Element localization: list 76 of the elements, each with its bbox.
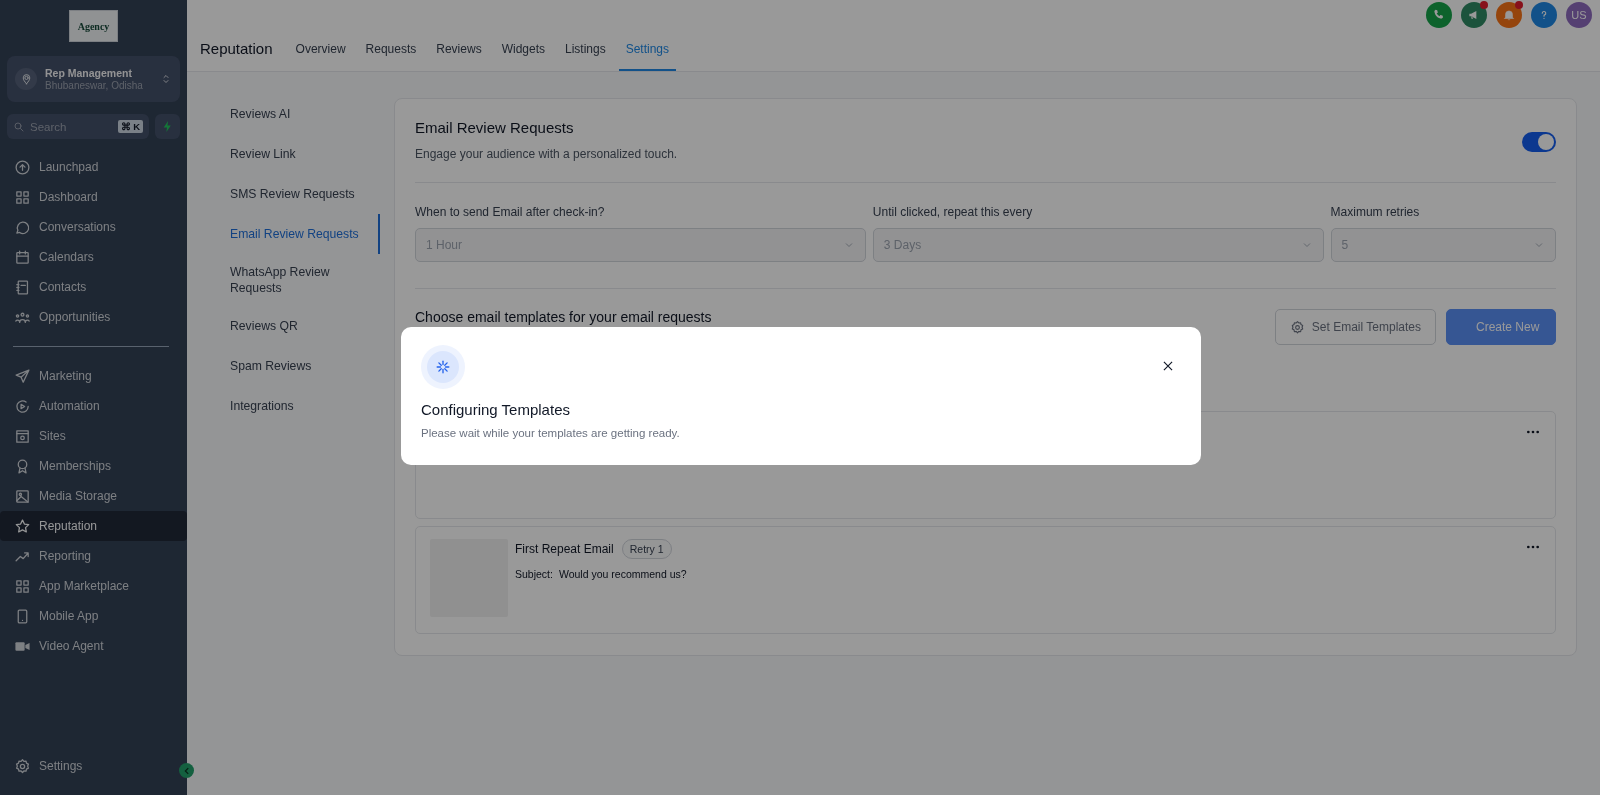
collapse-handle[interactable]: [179, 763, 194, 778]
arrow-circle-icon: [14, 158, 31, 176]
megaphone-button[interactable]: [1461, 2, 1487, 28]
field-label: Until clicked, repeat this every: [872, 205, 1034, 219]
sidebar-item[interactable]: Opportunities: [0, 302, 187, 332]
field-label: Maximum retries: [1330, 205, 1421, 219]
send-icon: [14, 367, 31, 385]
sidebar-item[interactable]: Marketing: [0, 361, 187, 391]
retry-tag: Retry 1: [621, 539, 672, 559]
image-icon: [14, 487, 31, 505]
user-avatar[interactable]: US: [1566, 2, 1592, 28]
sidebar-item[interactable]: Sites: [0, 421, 187, 451]
quick-action-button[interactable]: [155, 114, 180, 139]
sidebar-item[interactable]: Video Agent: [0, 631, 187, 661]
section-title: Choose email templates for your email requests: [415, 309, 713, 325]
settings-nav-item[interactable]: WhatsApp Review Requests: [230, 254, 380, 306]
create-button[interactable]: Create New: [1446, 309, 1556, 345]
modal-title: Configuring Templates: [421, 401, 571, 418]
sidebar-item[interactable]: Automation: [0, 391, 187, 421]
tab[interactable]: Listings: [558, 42, 613, 71]
template-name: First Repeat Email: [515, 542, 614, 556]
settings-nav-item[interactable]: Email Review Requests: [230, 214, 380, 254]
calendar-icon: [14, 248, 31, 266]
sidebar-item[interactable]: Memberships: [0, 451, 187, 481]
tab[interactable]: Requests: [358, 42, 424, 71]
sidebar-item[interactable]: Mobile App: [0, 601, 187, 631]
chevron-up-down-icon: [160, 73, 172, 85]
sidebar-item[interactable]: Calendars: [0, 242, 187, 272]
modal-message: Please wait while your templates are getting ready.: [421, 427, 681, 439]
lightning-icon: [161, 120, 174, 133]
tab[interactable]: Overview: [288, 42, 353, 71]
templates-button[interactable]: Set Email Templates: [1274, 309, 1436, 345]
card-description: Engage your audience with a personalized touch.: [415, 147, 678, 161]
star-icon: [14, 517, 31, 535]
grid-icon: [14, 577, 31, 595]
settings-nav-item[interactable]: Review Link: [230, 134, 380, 174]
sidebar-item[interactable]: Reporting: [0, 541, 187, 571]
shortcut-hint: ⌘ K: [117, 120, 143, 133]
settings-nav-item[interactable]: SMS Review Requests: [230, 174, 380, 214]
sidebar-item[interactable]: Launchpad: [0, 152, 187, 182]
gear-icon: [14, 757, 31, 775]
tab[interactable]: Reviews: [429, 42, 489, 71]
close-button[interactable]: [1161, 359, 1175, 373]
gear-icon: [1289, 319, 1305, 335]
tab[interactable]: Settings: [618, 42, 677, 71]
sidebar-item[interactable]: Settings: [0, 751, 166, 781]
bell-icon: [1502, 8, 1516, 22]
notebook-icon: [14, 278, 31, 296]
phone-button[interactable]: [1426, 2, 1452, 28]
sidebar-item[interactable]: Conversations: [0, 212, 187, 242]
account-name: Rep Management: [45, 67, 133, 79]
settings-nav-item[interactable]: Reviews AI: [230, 94, 380, 134]
sidebar-item[interactable]: Contacts: [0, 272, 187, 302]
settings-nav-item[interactable]: Reviews QR: [230, 306, 380, 346]
search-icon: [13, 120, 25, 133]
settings-nav-item[interactable]: Integrations: [230, 386, 380, 426]
sidebar-item[interactable]: Media Storage: [0, 481, 187, 511]
sidebar-item[interactable]: Reputation: [0, 511, 187, 541]
grid-icon: [14, 188, 31, 206]
agency-logo[interactable]: Agency: [69, 10, 118, 42]
close-icon: [1161, 359, 1175, 373]
subject-text: Would you recommend us?: [558, 568, 687, 580]
subject-label: Subject:: [515, 568, 553, 580]
tab[interactable]: Widgets: [494, 42, 552, 71]
sidebar-item[interactable]: App Marketplace: [0, 571, 187, 601]
bell-button[interactable]: [1496, 2, 1522, 28]
toggle-switch[interactable]: [1522, 132, 1556, 152]
page-title: Reputation: [200, 40, 273, 59]
sidebar-item[interactable]: Dashboard: [0, 182, 187, 212]
card-title: Email Review Requests: [415, 119, 575, 136]
browser-window-icon: [14, 427, 31, 445]
field-label: When to send Email after check-in?: [415, 205, 606, 219]
play-circle-icon: [14, 397, 31, 415]
template-card[interactable]: First Repeat Email Retry 1 Subject: Would you recommend us?: [415, 526, 1556, 634]
settings-nav-item[interactable]: Spam Reviews: [230, 346, 380, 386]
help-button[interactable]: [1531, 2, 1557, 28]
